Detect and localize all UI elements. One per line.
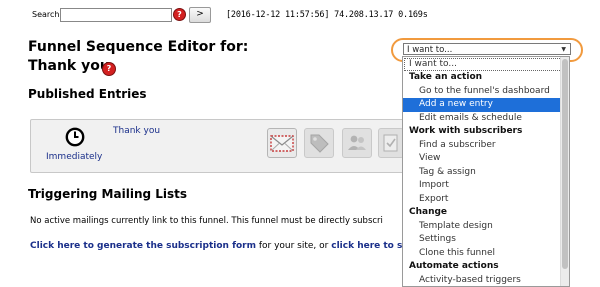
dropdown-scrollbar[interactable] [560, 57, 569, 286]
dropdown-group-label: Work with subscribers [409, 126, 523, 136]
dropdown-option[interactable]: Go to the funnel's dashboard [403, 85, 569, 99]
server-info: [2016-12-12 11:57:56] 74.208.13.17 0.169… [226, 10, 428, 20]
page-title: Funnel Sequence Editor for: Thank you [28, 38, 248, 76]
i-want-to-dropdown-list: I want to... Take an action Go to the funn… [402, 56, 570, 287]
entry-timing[interactable]: Immediately [46, 152, 102, 162]
i-want-to-select[interactable]: I want to... ▼ [403, 43, 571, 55]
dropdown-scroll-thumb[interactable] [562, 59, 568, 269]
generate-subscription-form-link[interactable]: Click here to generate the subscription … [30, 241, 256, 251]
search-label: Search: [32, 10, 63, 19]
dropdown-option[interactable]: Tag & assign [403, 166, 569, 180]
entry-name-link[interactable]: Thank you [113, 126, 160, 136]
subscribers-icon [348, 135, 366, 150]
report-button[interactable] [378, 128, 404, 158]
dropdown-group-label: Automate actions [409, 261, 499, 271]
select-value: I want to... [407, 45, 453, 55]
search-help-icon[interactable]: ? [174, 9, 185, 20]
middle-text: for your site, or [255, 241, 332, 251]
clock-icon [65, 127, 85, 147]
dropdown-group-label: Take an action [409, 72, 483, 82]
subscribers-button[interactable] [342, 128, 372, 158]
dropdown-option[interactable]: Export [403, 193, 569, 207]
dropdown-option[interactable]: Template design [403, 220, 569, 234]
dropdown-group-label: Change [409, 207, 448, 217]
search-go-button[interactable]: > [189, 7, 211, 23]
no-active-mailings-text: No active mailings currently link to thi… [30, 216, 383, 226]
search-input[interactable] [60, 8, 172, 22]
report-icon [383, 134, 398, 152]
tag-icon [310, 134, 329, 153]
subscription-form-line: Click here to generate the subscription … [30, 241, 427, 251]
dropdown-option[interactable]: Add a new entry [403, 98, 569, 112]
triggering-heading: Triggering Mailing Lists [28, 187, 188, 201]
edit-email-button[interactable] [267, 128, 297, 158]
dropdown-option[interactable]: Settings [403, 233, 569, 247]
tag-button[interactable] [304, 128, 334, 158]
dropdown-option[interactable]: Find a subscriber [403, 139, 569, 153]
dropdown-option[interactable]: Import [403, 179, 569, 193]
dropdown-option[interactable]: Activity-based triggers [403, 274, 569, 287]
dropdown-option[interactable]: Clone this funnel [403, 247, 569, 261]
email-icon [270, 135, 294, 152]
published-entries-heading: Published Entries [28, 87, 147, 101]
chevron-down-icon: ▼ [561, 46, 566, 53]
page-title-line1: Funnel Sequence Editor for: [28, 39, 249, 55]
dropdown-option[interactable]: I want to... [404, 58, 568, 71]
page-title-line2: Thank you [28, 58, 110, 74]
dropdown-option[interactable]: View [403, 152, 569, 166]
title-help-icon[interactable]: ? [103, 63, 115, 75]
dropdown-option[interactable]: Edit emails & schedule [403, 112, 569, 126]
